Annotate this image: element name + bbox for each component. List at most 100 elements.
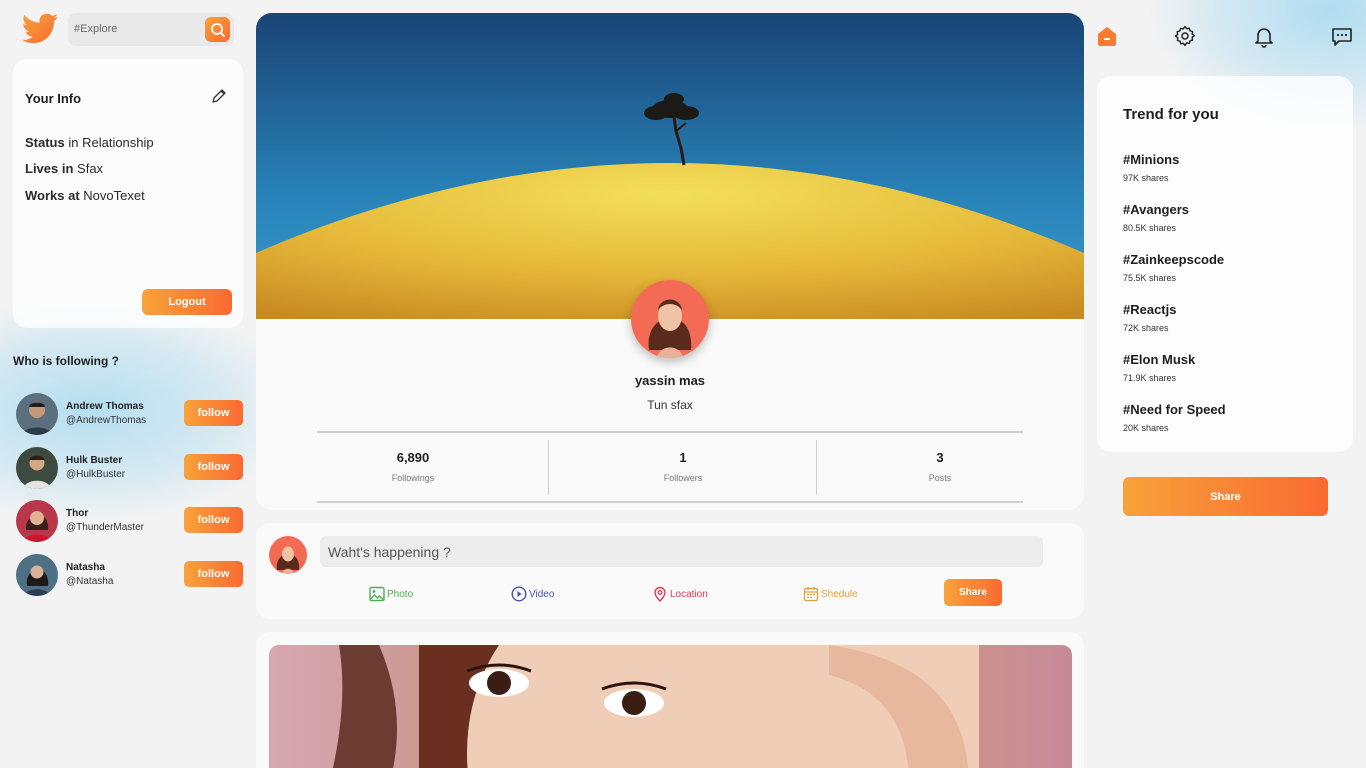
follow-button[interactable]: follow (184, 454, 243, 480)
trend-item[interactable]: #Zainkeepscode 75.5K shares (1123, 252, 1224, 283)
location-label: Location (670, 588, 708, 600)
location-option[interactable]: Location (652, 585, 708, 603)
avatar[interactable] (16, 500, 58, 542)
logout-button[interactable]: Logout (142, 289, 232, 315)
post-input[interactable] (320, 536, 1043, 567)
stat-posts[interactable]: 3 Posts (870, 450, 1010, 483)
divider (548, 440, 549, 495)
trend-item[interactable]: #Reactjs 72K shares (1123, 302, 1176, 333)
trend-shares: 20K shares (1123, 423, 1169, 433)
follow-button[interactable]: follow (184, 507, 243, 533)
trend-shares: 72K shares (1123, 323, 1169, 333)
pencil-icon[interactable] (211, 88, 227, 104)
stat-label: Posts (928, 473, 952, 483)
divider (317, 431, 1023, 433)
follower-item: Thor @ThunderMaster follow (16, 500, 244, 544)
trend-item[interactable]: #Minions 97K shares (1123, 152, 1179, 183)
avatar[interactable] (16, 447, 58, 489)
trend-shares: 75.5K shares (1123, 273, 1177, 283)
share-button[interactable]: Share (944, 579, 1002, 606)
follower-handle: @ThunderMaster (66, 522, 144, 533)
divider (816, 440, 817, 495)
chat-icon[interactable] (1330, 24, 1354, 48)
follow-button[interactable]: follow (184, 400, 243, 426)
lives-value: Sfax (77, 161, 104, 176)
lives-label: Lives in (25, 161, 74, 176)
follower-name: Andrew Thomas (66, 401, 144, 412)
stat-label: Followers (663, 473, 703, 483)
photo-option[interactable]: Photo (369, 585, 413, 603)
trend-shares: 80.5K shares (1123, 223, 1177, 233)
play-circle-icon (511, 586, 527, 602)
stat-value: 3 (936, 450, 944, 465)
search-icon (210, 22, 225, 37)
your-info-card: Your Info Status in Relationship Lives i… (13, 59, 243, 328)
avatar[interactable] (16, 554, 58, 596)
follower-name: Natasha (66, 562, 105, 573)
follower-handle: @Natasha (66, 576, 114, 587)
follower-item: Natasha @Natasha follow (16, 554, 244, 598)
trend-shares: 71.9K shares (1123, 373, 1177, 383)
trend-tag: #Avangers (1123, 202, 1189, 217)
stat-value: 1 (679, 450, 687, 465)
follower-handle: @HulkBuster (66, 469, 126, 480)
calendar-icon (803, 587, 819, 602)
avatar[interactable] (269, 536, 307, 574)
post-composer: Photo Video Location Shedule Share (256, 523, 1084, 619)
trend-tag: #Minions (1123, 152, 1180, 167)
bell-icon[interactable] (1252, 24, 1276, 48)
follow-button[interactable]: follow (184, 561, 243, 587)
works-value: NovoTexet (83, 188, 145, 203)
stat-followers[interactable]: 1 Followers (613, 450, 753, 483)
divider (317, 501, 1023, 503)
trend-tag: #Zainkeepscode (1123, 252, 1225, 267)
status-label: Status (25, 135, 65, 150)
search-bar (68, 13, 234, 46)
schedule-option[interactable]: Shedule (803, 585, 858, 603)
map-pin-icon (654, 586, 666, 602)
schedule-label: Shedule (821, 588, 858, 600)
trend-tag: #Reactjs (1123, 302, 1177, 317)
video-label: Video (529, 588, 555, 600)
profile-location: Tun sfax (647, 398, 693, 412)
twitter-bird-icon[interactable] (20, 12, 60, 48)
profile-avatar[interactable] (631, 280, 709, 358)
post-image[interactable] (269, 645, 1072, 768)
stat-value: 6,890 (396, 450, 430, 465)
trend-tag: #Elon Musk (1123, 352, 1196, 367)
your-info-title: Your Info (25, 91, 82, 106)
works-label: Works at (25, 188, 80, 203)
who-following-title: Who is following ? (13, 354, 119, 368)
follower-name: Thor (66, 508, 89, 519)
follower-item: Hulk Buster @HulkBuster follow (16, 447, 244, 491)
video-option[interactable]: Video (511, 585, 554, 603)
gear-icon[interactable] (1173, 24, 1197, 48)
stat-label: Followings (391, 473, 435, 483)
trends-title: Trend for you (1123, 106, 1219, 123)
trend-tag: #Need for Speed (1123, 402, 1226, 417)
works-row: Works at NovoTexet (25, 188, 145, 203)
search-button[interactable] (205, 17, 230, 42)
lives-row: Lives in Sfax (25, 161, 103, 176)
search-input[interactable] (74, 20, 200, 38)
profile-name: yassin mas (634, 373, 706, 388)
feed-post (256, 632, 1084, 768)
cover-image (256, 13, 1084, 319)
stat-followings[interactable]: 6,890 Followings (343, 450, 483, 483)
photo-label: Photo (387, 588, 414, 600)
status-value: in Relationship (68, 135, 154, 150)
home-icon[interactable] (1095, 24, 1119, 48)
trend-item[interactable]: #Elon Musk 71.9K shares (1123, 352, 1195, 383)
trends-card: Trend for you #Minions 97K shares #Avang… (1097, 76, 1353, 452)
share-button[interactable]: Share (1123, 477, 1328, 516)
profile-card: yassin mas Tun sfax 6,890 Followings 1 F… (256, 13, 1084, 510)
follower-item: Andrew Thomas @AndrewThomas follow (16, 393, 244, 437)
follower-handle: @AndrewThomas (66, 415, 147, 426)
trend-item[interactable]: #Need for Speed 20K shares (1123, 402, 1226, 433)
trend-item[interactable]: #Avangers 80.5K shares (1123, 202, 1189, 233)
status-row: Status in Relationship (25, 135, 154, 150)
image-icon (369, 586, 385, 602)
avatar[interactable] (16, 393, 58, 435)
trend-shares: 97K shares (1123, 173, 1169, 183)
follower-name: Hulk Buster (66, 455, 123, 466)
